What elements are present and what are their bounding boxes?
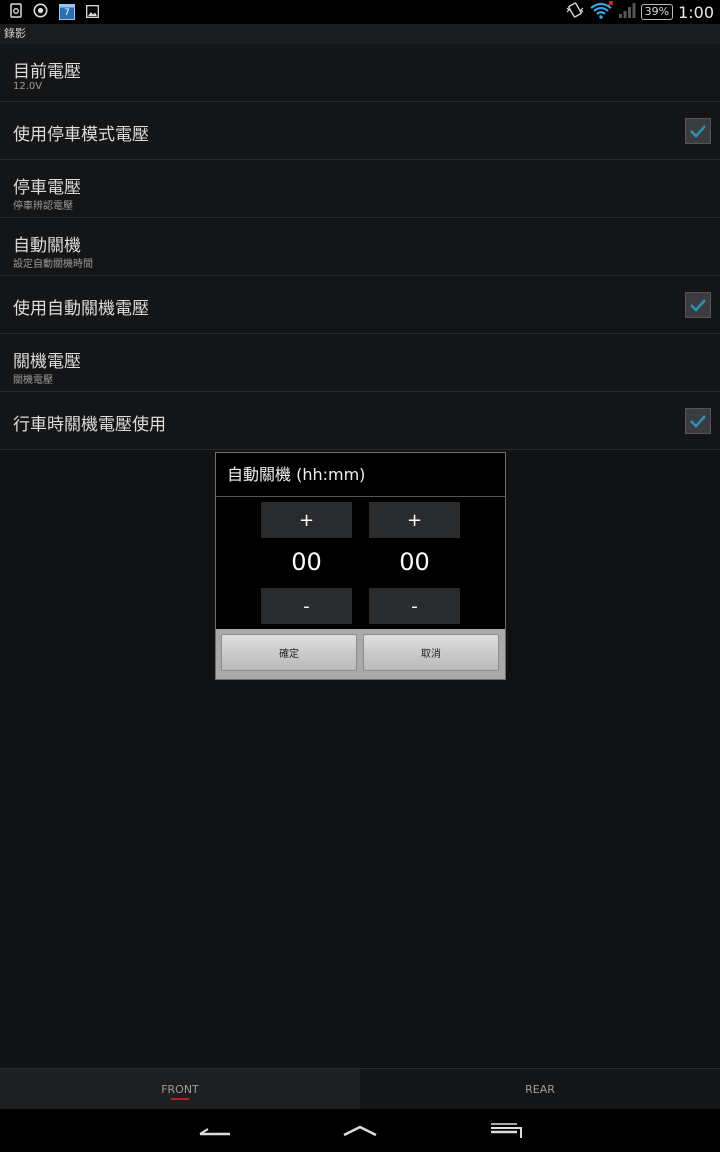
checkmark-icon [690, 299, 706, 312]
settings-list: 目前電壓 12.0V 使用停車模式電壓 停車電壓 停車辨認電壓 自動關機 設定自… [0, 44, 720, 450]
setting-summary: 關機電壓 [13, 375, 53, 386]
home-icon[interactable] [341, 1119, 379, 1145]
notification-icons: 7 [0, 0, 99, 24]
hour-value[interactable]: 00 [261, 542, 352, 582]
auto-shutdown-time-dialog: 自動關機 (hh:mm) + + 00 00 - - 確定 取消 [215, 452, 506, 680]
setting-auto-shutdown[interactable]: 自動關機 設定自動關機時間 [0, 218, 720, 276]
setting-title: 行車時關機電壓使用 [13, 415, 166, 435]
dialog-button-bar: 確定 取消 [216, 629, 505, 679]
parking-voltage-checkbox[interactable] [685, 118, 711, 144]
hour-decrement-button[interactable]: - [261, 588, 352, 624]
setting-use-auto-shutdown-voltage[interactable]: 使用自動關機電壓 [0, 276, 720, 334]
status-bar: 7 39% 1:00 [0, 0, 720, 24]
tab-front[interactable]: FRONT [0, 1069, 360, 1110]
setting-title: 使用停車模式電壓 [13, 125, 149, 145]
setting-driving-shutdown-voltage[interactable]: 行車時關機電壓使用 [0, 392, 720, 450]
setting-summary: 停車辨認電壓 [13, 201, 73, 212]
screenshot-icon [10, 2, 22, 22]
navigation-bar [0, 1109, 720, 1152]
setting-use-parking-voltage[interactable]: 使用停車模式電壓 [0, 102, 720, 160]
minute-value[interactable]: 00 [369, 542, 460, 582]
setting-title: 關機電壓 [13, 352, 81, 372]
recent-apps-icon[interactable] [488, 1119, 526, 1145]
setting-title: 使用自動關機電壓 [13, 299, 149, 319]
system-icons: 39% 1:00 [566, 0, 720, 24]
calendar-day: 7 [64, 8, 70, 18]
setting-title: 目前電壓 [13, 62, 81, 82]
ok-button[interactable]: 確定 [221, 634, 357, 671]
app-title: 錄影 [0, 24, 720, 44]
driving-shutdown-voltage-checkbox[interactable] [685, 408, 711, 434]
minute-increment-button[interactable]: + [369, 502, 460, 538]
cancel-button[interactable]: 取消 [363, 634, 499, 671]
gallery-icon [86, 3, 99, 22]
wifi-icon [589, 0, 614, 23]
tab-label: FRONT [161, 1083, 199, 1096]
signal-icon [618, 2, 636, 22]
auto-shutdown-voltage-checkbox[interactable] [685, 292, 711, 318]
vibrate-icon [566, 2, 584, 22]
setting-parking-voltage[interactable]: 停車電壓 停車辨認電壓 [0, 160, 720, 218]
checkmark-icon [690, 125, 706, 138]
setting-shutdown-voltage[interactable]: 關機電壓 關機電壓 [0, 334, 720, 392]
camera-tabs: FRONT REAR [0, 1068, 720, 1110]
tab-label: REAR [525, 1083, 555, 1096]
setting-current-voltage[interactable]: 目前電壓 12.0V [0, 44, 720, 102]
setting-summary: 12.0V [13, 81, 43, 92]
camera-icon [33, 3, 48, 22]
tab-indicator [171, 1098, 189, 1100]
tab-rear[interactable]: REAR [360, 1069, 720, 1110]
checkmark-icon [690, 415, 706, 428]
setting-title: 自動關機 [13, 236, 81, 256]
setting-title: 停車電壓 [13, 178, 81, 198]
battery-indicator: 39% [640, 4, 674, 20]
dialog-title: 自動關機 (hh:mm) [216, 453, 505, 497]
back-icon[interactable] [196, 1119, 234, 1145]
hour-increment-button[interactable]: + [261, 502, 352, 538]
calendar-icon: 7 [59, 4, 75, 20]
setting-summary: 設定自動關機時間 [13, 259, 93, 270]
minute-decrement-button[interactable]: - [369, 588, 460, 624]
clock: 1:00 [678, 2, 714, 22]
